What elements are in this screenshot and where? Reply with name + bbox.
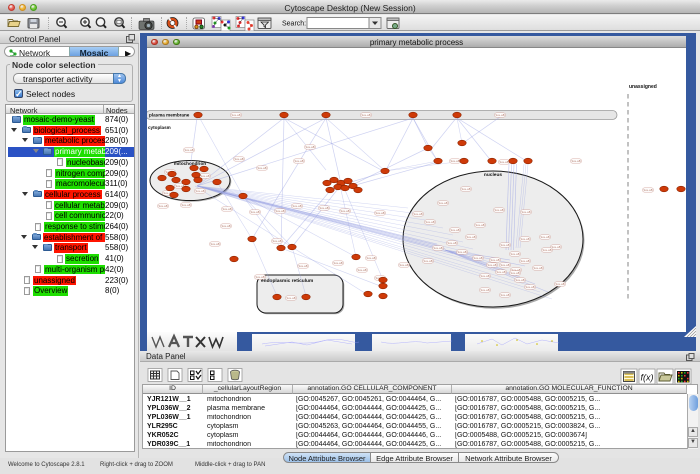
svg-text:Sce-aB: Sce-aB: [340, 209, 349, 213]
svg-text:Sce-aB: Sce-aB: [275, 209, 284, 213]
svg-text:Sce-aB: Sce-aB: [181, 203, 190, 207]
svg-text:Sce-aB: Sce-aB: [433, 246, 442, 250]
svg-text:Sce-aB: Sce-aB: [520, 237, 529, 241]
svg-text:plasma membrane: plasma membrane: [149, 113, 190, 118]
svg-text:Sce-aB: Sce-aB: [221, 224, 230, 228]
svg-text:Sce-aB: Sce-aB: [255, 275, 264, 279]
svg-text:Sce-aB: Sce-aB: [542, 248, 551, 252]
svg-text:unassigned: unassigned: [629, 84, 657, 90]
svg-text:Sce-aB: Sce-aB: [500, 243, 509, 247]
svg-text:Sce-aB: Sce-aB: [521, 210, 530, 214]
svg-text:Sce-aB: Sce-aB: [515, 278, 524, 282]
svg-text:Sce-aB: Sce-aB: [231, 113, 240, 117]
svg-text:Sce-aB: Sce-aB: [286, 296, 295, 300]
svg-text:Sce-aB: Sce-aB: [184, 148, 193, 152]
svg-text:Sce-aB: Sce-aB: [438, 201, 447, 205]
svg-text:Sce-aB: Sce-aB: [457, 250, 466, 254]
svg-text:Sce-aB: Sce-aB: [510, 271, 519, 275]
svg-text:Sce-aB: Sce-aB: [425, 220, 434, 224]
svg-text:Sce-aB: Sce-aB: [447, 241, 456, 245]
svg-text:Sce-aB: Sce-aB: [499, 160, 508, 164]
svg-text:Sce-aB: Sce-aB: [250, 210, 259, 214]
svg-text:Sce-aB: Sce-aB: [361, 113, 370, 117]
svg-text:Sce-aB: Sce-aB: [533, 266, 542, 270]
svg-text:Sce-aB: Sce-aB: [551, 245, 560, 249]
svg-text:Sce-aB: Sce-aB: [461, 187, 470, 191]
svg-text:Sce-aB: Sce-aB: [473, 256, 482, 260]
svg-text:Sce-aB: Sce-aB: [257, 166, 266, 170]
svg-text:cytoplasm: cytoplasm: [148, 125, 171, 130]
svg-text:Sce-aB: Sce-aB: [210, 242, 219, 246]
svg-text:Sce-aB: Sce-aB: [272, 239, 281, 243]
svg-text:Sce-aB: Sce-aB: [571, 159, 580, 163]
svg-text:Sce-aB: Sce-aB: [333, 261, 342, 265]
svg-text:Sce-aB: Sce-aB: [305, 145, 314, 149]
svg-text:Sce-aB: Sce-aB: [490, 258, 499, 262]
svg-text:Sce-aB: Sce-aB: [357, 268, 366, 272]
svg-text:endoplasmic reticulum: endoplasmic reticulum: [261, 278, 313, 284]
svg-text:Sce-aB: Sce-aB: [466, 235, 475, 239]
svg-text:Sce-aB: Sce-aB: [510, 252, 519, 256]
svg-text:Search:: Search:: [282, 21, 306, 28]
svg-text:Sce-aB: Sce-aB: [495, 113, 504, 117]
svg-text:Sce-aB: Sce-aB: [500, 293, 509, 297]
svg-text:Sce-aB: Sce-aB: [298, 264, 307, 268]
svg-text:Sce-aB: Sce-aB: [375, 211, 384, 215]
svg-text:f(x): f(x): [641, 373, 654, 383]
svg-text:Sce-aB: Sce-aB: [423, 259, 432, 263]
svg-text:Sce-aB: Sce-aB: [500, 263, 509, 267]
svg-text:Sce-aB: Sce-aB: [494, 208, 503, 212]
svg-text:Sce-aB: Sce-aB: [480, 288, 489, 292]
svg-text:Sce-aB: Sce-aB: [520, 259, 529, 263]
svg-text:Sce-aB: Sce-aB: [555, 282, 564, 286]
svg-text:Sce-aB: Sce-aB: [195, 189, 204, 193]
svg-text:Sce-aB: Sce-aB: [450, 228, 459, 232]
svg-text:nucleus: nucleus: [484, 172, 502, 178]
svg-text:Sce-aB: Sce-aB: [366, 256, 375, 260]
svg-text:Sce-aB: Sce-aB: [475, 223, 484, 227]
svg-text:Sce-aB: Sce-aB: [158, 204, 167, 208]
svg-text:Sce-aB: Sce-aB: [487, 263, 496, 267]
svg-text:Sce-aB: Sce-aB: [294, 159, 303, 163]
svg-text:Sce-aB: Sce-aB: [480, 274, 489, 278]
svg-text:Sce-aB: Sce-aB: [525, 285, 534, 289]
svg-text:Sce-aB: Sce-aB: [319, 206, 328, 210]
svg-text:Sce-aB: Sce-aB: [399, 263, 408, 267]
svg-text:Sce-aB: Sce-aB: [540, 235, 549, 239]
svg-text:Sce-aB: Sce-aB: [234, 157, 243, 161]
svg-text:Sce-aB: Sce-aB: [643, 188, 652, 192]
svg-text:Sce-aB: Sce-aB: [292, 204, 301, 208]
svg-text:Sce-aB: Sce-aB: [413, 212, 422, 216]
svg-text:Sce-aB: Sce-aB: [200, 174, 209, 178]
svg-text:Sce-aB: Sce-aB: [496, 270, 505, 274]
svg-text:Sce-aB: Sce-aB: [222, 207, 231, 211]
svg-text:Sce-aB: Sce-aB: [450, 159, 459, 163]
